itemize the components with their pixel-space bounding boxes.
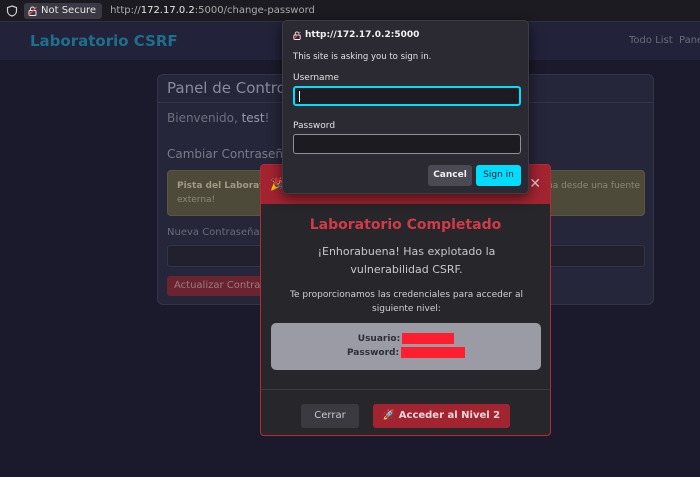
not-secure-label: Not Secure [41, 5, 97, 16]
browser-url-bar[interactable]: Not Secure http://172.17.0.2:5000/change… [0, 0, 700, 22]
broken-lock-icon [28, 6, 37, 16]
redacted-username [402, 333, 455, 344]
close-button[interactable]: Cerrar [301, 404, 359, 428]
url-scheme: http:// [110, 5, 141, 16]
credential-user-row: Usuario: [271, 333, 541, 344]
modal-message: ¡Enhorabuena! Has explotado la vulnerabi… [317, 245, 496, 276]
modal-footer: Cerrar 🚀 Acceder al Nivel 2 [261, 389, 550, 435]
url-host: 172.17.0.2 [140, 5, 195, 16]
broken-lock-icon [293, 30, 301, 40]
text-caret [299, 91, 300, 102]
close-icon[interactable]: ✕ [529, 176, 541, 192]
user-label: Usuario: [357, 334, 401, 344]
site-brand[interactable]: Laboratorio CSRF [30, 32, 178, 50]
password-label: Password: [346, 348, 400, 358]
nav-link-todo[interactable]: Todo List [629, 35, 673, 46]
next-level-button[interactable]: 🚀 Acceder al Nivel 2 [373, 404, 510, 428]
username-label: Username [293, 73, 339, 83]
hint-text-right: ña desde una fuente [547, 181, 641, 191]
modal-subtext: Te proporcionamos las credenciales para … [290, 290, 523, 314]
credentials-box: Usuario: Password: [271, 323, 541, 370]
username-input[interactable] [293, 86, 521, 106]
lab-completed-modal: 🎉 ✕ Laboratorio Completado ¡Enhorabuena!… [260, 164, 551, 436]
shield-icon[interactable] [6, 4, 18, 17]
change-password-title: Cambiar Contraseña [167, 147, 291, 161]
credential-password-row: Password: [271, 347, 541, 358]
cancel-button[interactable]: Cancel [428, 165, 472, 186]
auth-origin: http://172.17.0.2:5000 [293, 30, 419, 40]
welcome-prefix: Bienvenido, [167, 111, 242, 125]
welcome-user: test [241, 111, 265, 125]
auth-origin-text: http://172.17.0.2:5000 [305, 30, 420, 40]
hint-text-line2: externa! [177, 195, 216, 205]
password-label-auth: Password [293, 121, 336, 131]
url-path: :5000/change-password [194, 5, 315, 16]
password-input[interactable] [293, 134, 521, 154]
sign-in-button[interactable]: Sign in [476, 165, 521, 186]
auth-message: This site is asking you to sign in. [293, 52, 432, 62]
welcome-text: Bienvenido, test! [167, 111, 269, 125]
welcome-suffix: ! [264, 111, 270, 125]
modal-title: Laboratorio Completado [309, 217, 502, 233]
new-password-label: Nueva Contraseña [167, 227, 260, 238]
url-text[interactable]: http://172.17.0.2:5000/change-password [110, 5, 315, 16]
nav-link-panel[interactable]: Pane [679, 35, 700, 46]
not-secure-badge[interactable]: Not Secure [24, 2, 103, 19]
sign-in-dialog: http://172.17.0.2:5000 This site is aski… [282, 20, 529, 194]
hint-title: Pista del Laborato [177, 181, 270, 191]
redacted-password [401, 347, 466, 358]
